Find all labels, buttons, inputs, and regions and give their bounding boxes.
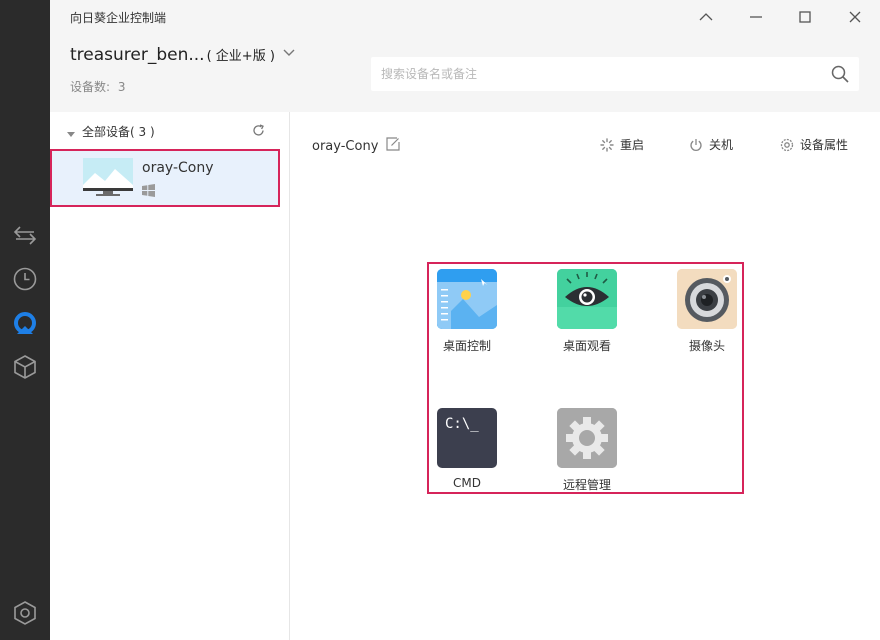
shutdown-button[interactable]: 关机	[689, 136, 733, 153]
maximize-button[interactable]	[791, 4, 819, 30]
desktop-view-icon	[557, 269, 617, 329]
device-detail-panel: oray-Cony 重启 关机 设备属性 桌面控制 桌面观看 摄像头 C:\_ …	[291, 112, 880, 640]
collapse-button[interactable]	[692, 4, 720, 30]
monitor-icon	[83, 158, 133, 202]
app-cmd[interactable]: C:\_ CMD	[429, 408, 505, 490]
device-count: 设备数: 3	[70, 78, 126, 95]
account-name: treasurer_ben...	[70, 45, 205, 65]
device-count-value: 3	[117, 80, 126, 94]
app-remote-manage[interactable]: 远程管理	[549, 408, 625, 493]
close-icon	[849, 11, 861, 23]
app-label: 桌面观看	[562, 339, 611, 353]
group-all-devices[interactable]: 全部设备( 3 )	[50, 120, 290, 142]
device-title-text: oray-Cony	[312, 138, 379, 154]
app-desktop-view[interactable]: 桌面观看	[549, 269, 625, 354]
close-button[interactable]	[841, 4, 869, 30]
chevron-down-icon	[283, 42, 295, 62]
caret-down-icon	[67, 127, 75, 141]
cmd-icon: C:\_	[437, 408, 497, 468]
sunlogin-icon[interactable]	[11, 310, 39, 338]
app-title: 向日葵企业控制端	[70, 11, 167, 25]
app-label: CMD	[453, 476, 481, 490]
transfer-icon[interactable]	[11, 221, 39, 249]
windows-icon	[142, 182, 155, 201]
app-desktop-control[interactable]: 桌面控制	[429, 269, 505, 354]
restart-icon	[600, 137, 614, 152]
search-input[interactable]	[371, 57, 811, 91]
properties-label: 设备属性	[800, 138, 849, 152]
app-label: 桌面控制	[442, 339, 491, 353]
cube-icon[interactable]	[11, 353, 39, 381]
device-title: oray-Cony	[312, 137, 400, 155]
edit-icon[interactable]	[386, 137, 400, 155]
refresh-icon[interactable]	[252, 124, 265, 140]
desktop-control-icon	[437, 269, 497, 329]
chevron-up-icon	[699, 13, 713, 21]
group-label: 全部设备( 3 )	[82, 125, 155, 139]
app-label: 远程管理	[562, 478, 611, 492]
maximize-icon	[799, 11, 811, 23]
history-icon[interactable]	[11, 265, 39, 293]
account-edition: ( 企业+版 )	[206, 49, 275, 64]
device-name: oray-Cony	[142, 160, 214, 176]
left-sidebar	[0, 0, 50, 640]
search-box	[371, 57, 859, 91]
search-icon[interactable]	[831, 65, 849, 87]
app-label: 摄像头	[688, 339, 725, 353]
account-switcher[interactable]: treasurer_ben... ( 企业+版 )	[70, 45, 295, 65]
settings-hex-icon[interactable]	[11, 599, 39, 627]
cmd-prompt-text: C:\_	[445, 416, 479, 432]
device-item-oray-cony[interactable]: oray-Cony	[50, 149, 280, 207]
device-list-panel: 全部设备( 3 ) oray-Cony	[50, 112, 290, 640]
camera-icon	[677, 269, 737, 329]
shutdown-label: 关机	[709, 138, 734, 152]
remote-manage-icon	[557, 408, 617, 468]
gear-icon	[780, 138, 794, 151]
restart-button[interactable]: 重启	[600, 136, 644, 153]
header: 向日葵企业控制端 treasurer_ben... ( 企业+版 ) 设备数: …	[50, 0, 880, 112]
app-camera[interactable]: 摄像头	[669, 269, 745, 354]
power-icon	[690, 138, 702, 151]
remote-apps-grid: 桌面控制 桌面观看 摄像头 C:\_ CMD 远程管理	[427, 262, 744, 494]
device-count-label: 设备数:	[70, 80, 111, 94]
minimize-icon	[750, 16, 762, 18]
properties-button[interactable]: 设备属性	[780, 136, 848, 153]
restart-label: 重启	[620, 138, 645, 152]
minimize-button[interactable]	[742, 4, 770, 30]
